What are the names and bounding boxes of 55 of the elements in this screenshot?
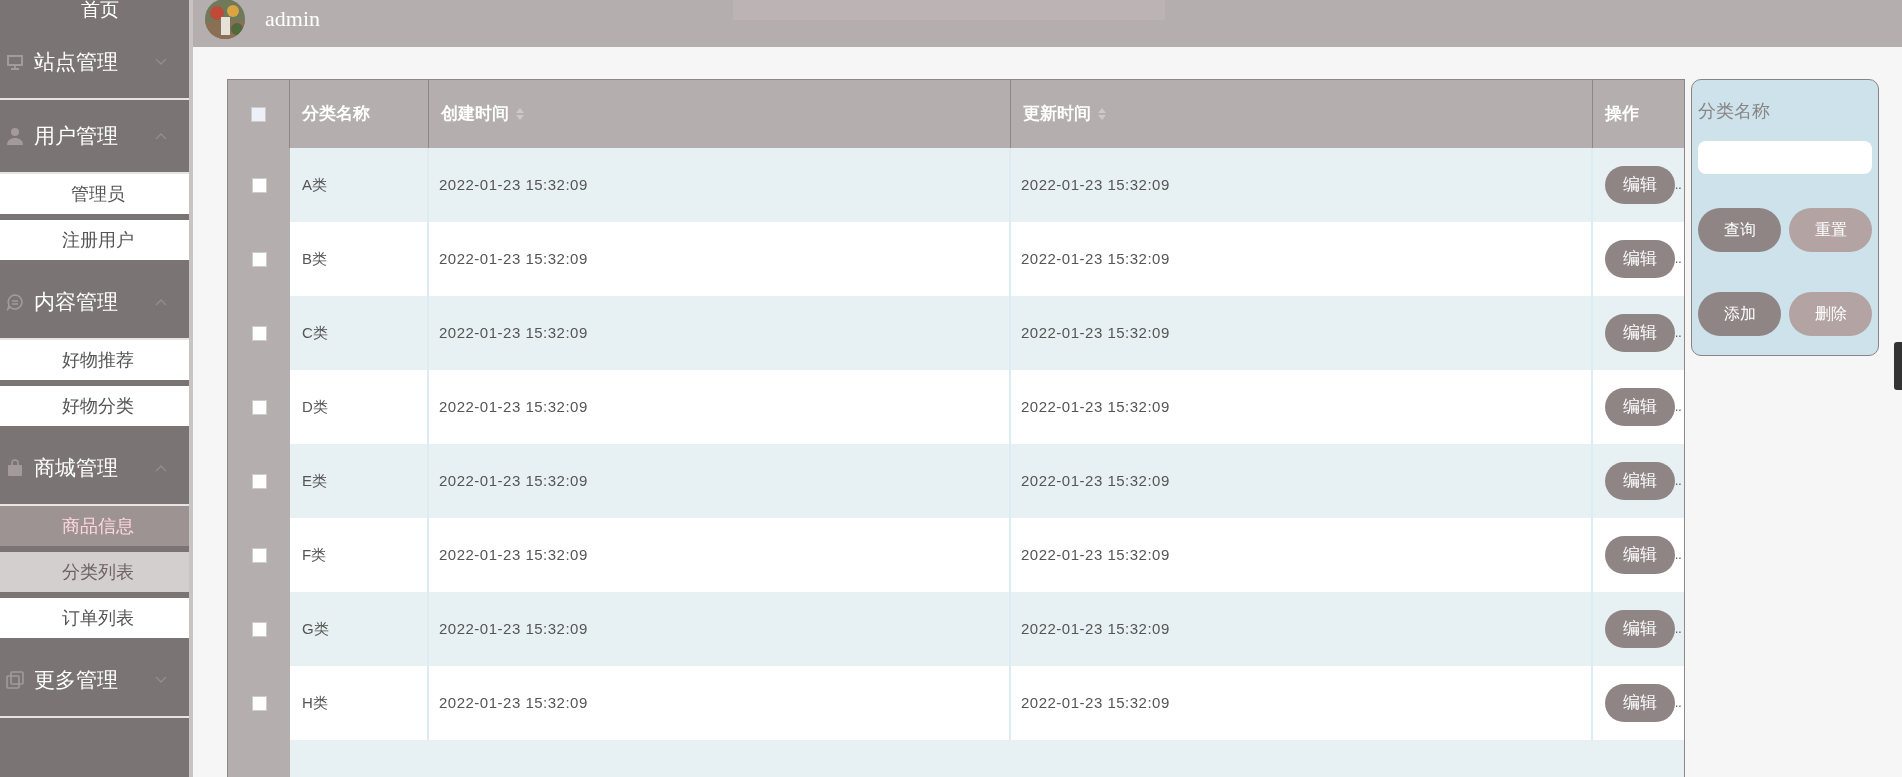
checkbox[interactable] [251, 106, 266, 122]
checkbox[interactable] [251, 177, 267, 193]
more-text: .. [1675, 473, 1682, 490]
menu-group-label: 更多管理 [34, 667, 118, 694]
search-label: 分类名称 [1698, 100, 1771, 123]
edit-button[interactable]: 编辑 [1605, 166, 1675, 204]
edit-button[interactable]: 编辑 [1605, 314, 1675, 352]
menu-group-label: 用户管理 [34, 123, 118, 150]
more-text: .. [1675, 325, 1682, 342]
more-text: .. [1675, 547, 1682, 564]
edit-button[interactable]: 编辑 [1605, 536, 1675, 574]
checkbox[interactable] [251, 325, 267, 341]
more-text: .. [1675, 177, 1682, 194]
checkbox[interactable] [251, 399, 267, 415]
menu-item[interactable]: 商品信息 [0, 506, 189, 546]
chat-icon [6, 293, 24, 311]
menu-group[interactable]: 更多管理 [0, 644, 189, 718]
checkbox[interactable] [251, 473, 267, 489]
more-text: .. [1675, 251, 1682, 268]
menu-item[interactable]: 分类列表 [0, 552, 189, 592]
menu-item[interactable]: 好物分类 [0, 386, 189, 426]
menu-item[interactable]: 订单列表 [0, 598, 189, 638]
menu-group-label: 内容管理 [34, 289, 118, 316]
edit-button[interactable]: 编辑 [1605, 684, 1675, 722]
menu-group-label: 站点管理 [34, 49, 118, 76]
panel-button[interactable]: 添加 [1698, 292, 1781, 336]
sort-icon[interactable] [1097, 107, 1107, 121]
menu-item[interactable]: 注册用户 [0, 220, 189, 260]
edit-button[interactable]: 编辑 [1605, 388, 1675, 426]
username: admin [265, 5, 320, 33]
input-field[interactable] [1698, 141, 1872, 174]
side-handle[interactable] [1894, 342, 1902, 390]
more-text: .. [1675, 621, 1682, 638]
edit-button[interactable]: 编辑 [1605, 610, 1675, 648]
checkbox[interactable] [251, 695, 267, 711]
checkbox[interactable] [251, 547, 267, 563]
menu-item[interactable]: 管理员 [0, 174, 189, 214]
edit-button[interactable]: 编辑 [1605, 240, 1675, 278]
bag-icon [6, 459, 24, 477]
sidebar-link[interactable]: 首页 [70, 0, 119, 25]
checkbox[interactable] [251, 621, 267, 637]
sort-icon[interactable] [515, 107, 525, 121]
menu-group-label: 商城管理 [34, 455, 118, 482]
panel-button[interactable]: 删除 [1789, 292, 1872, 336]
column-header: 操作 [1603, 103, 1640, 126]
user-icon [6, 127, 24, 145]
menu-group[interactable]: 站点管理 [0, 26, 189, 100]
more-text: .. [1675, 695, 1682, 712]
checkbox[interactable] [251, 251, 267, 267]
edit-button[interactable]: 编辑 [1605, 462, 1675, 500]
panel-button[interactable]: 重置 [1789, 208, 1872, 252]
copy-icon [6, 671, 24, 689]
more-text: .. [1675, 399, 1682, 416]
menu-item[interactable]: 好物推荐 [0, 340, 189, 380]
panel-button[interactable]: 查询 [1698, 208, 1781, 252]
